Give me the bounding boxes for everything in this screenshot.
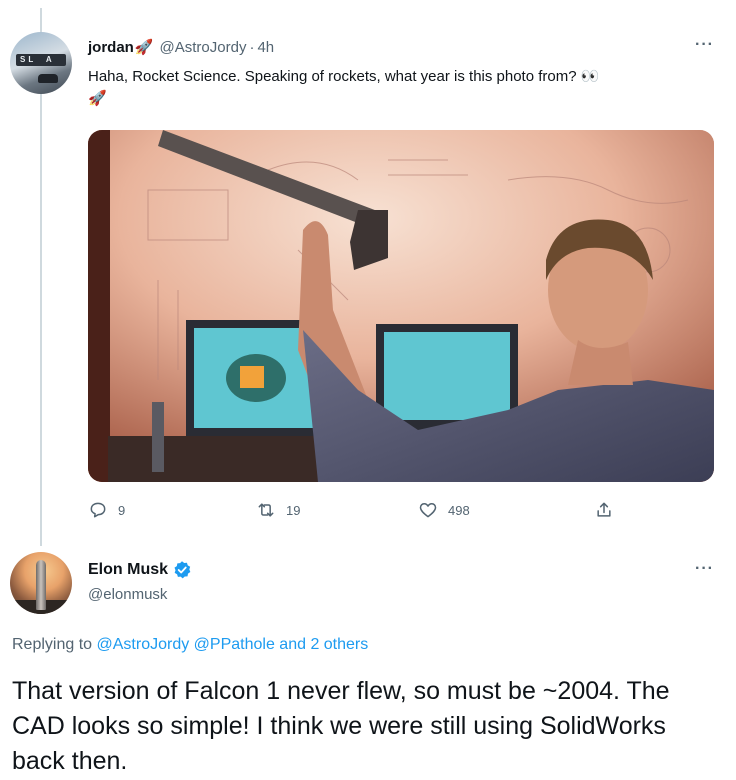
like-button[interactable]: 498 [418, 500, 470, 520]
reply-icon [90, 502, 106, 518]
rocket-emoji: 🚀 [134, 39, 154, 56]
replying-prefix: Replying to [12, 636, 93, 653]
avatar-starship [36, 560, 46, 610]
retweet-count: 19 [286, 502, 301, 518]
avatar-building-sign: SL A [20, 55, 55, 64]
reply-button[interactable]: 9 [88, 500, 125, 520]
avatar-elon-musk[interactable] [10, 552, 72, 614]
avatar-car [38, 74, 58, 83]
share-icon [597, 502, 611, 517]
replying-others-link[interactable]: and 2 others [279, 636, 368, 653]
retweet-icon [258, 503, 274, 517]
retweet-button[interactable]: 19 [256, 500, 300, 520]
tweet1-header: jordan 🚀 @AstroJordy · 4h [88, 36, 274, 58]
author-name[interactable]: jordan [88, 39, 134, 56]
share-button[interactable] [594, 500, 624, 520]
verified-badge-icon [174, 561, 191, 579]
replying-mentions-link[interactable]: @AstroJordy @PPathole [97, 636, 275, 653]
author-name[interactable]: Elon Musk [88, 561, 168, 579]
tweet2-text: That version of Falcon 1 never flew, so … [12, 677, 670, 775]
tweet1-rocket-emoji: 🚀 [88, 90, 107, 107]
tweet-timestamp[interactable]: 4h [257, 39, 274, 56]
dot-separator: · [249, 38, 255, 56]
more-icon[interactable]: ··· [695, 36, 714, 54]
avatar-jordan[interactable]: SL A [10, 32, 72, 94]
tweet1-actions: 9 19 498 [88, 500, 628, 524]
reply-count: 9 [118, 502, 126, 518]
more-icon[interactable]: ··· [695, 560, 714, 578]
tweet-photo[interactable] [88, 130, 714, 482]
tweet2-header: Elon Musk [88, 558, 192, 582]
like-count: 498 [448, 502, 470, 518]
replying-to-line: Replying to @AstroJordy @PPathole and 2 … [12, 636, 368, 654]
author-handle[interactable]: @AstroJordy [160, 39, 247, 56]
tweet1-text: Haha, Rocket Science. Speaking of rocket… [88, 66, 712, 110]
photo-illustration [88, 130, 714, 482]
author-handle[interactable]: @elonmusk [88, 586, 167, 603]
tweet1-body: Haha, Rocket Science. Speaking of rocket… [88, 68, 600, 85]
like-icon [419, 503, 437, 518]
